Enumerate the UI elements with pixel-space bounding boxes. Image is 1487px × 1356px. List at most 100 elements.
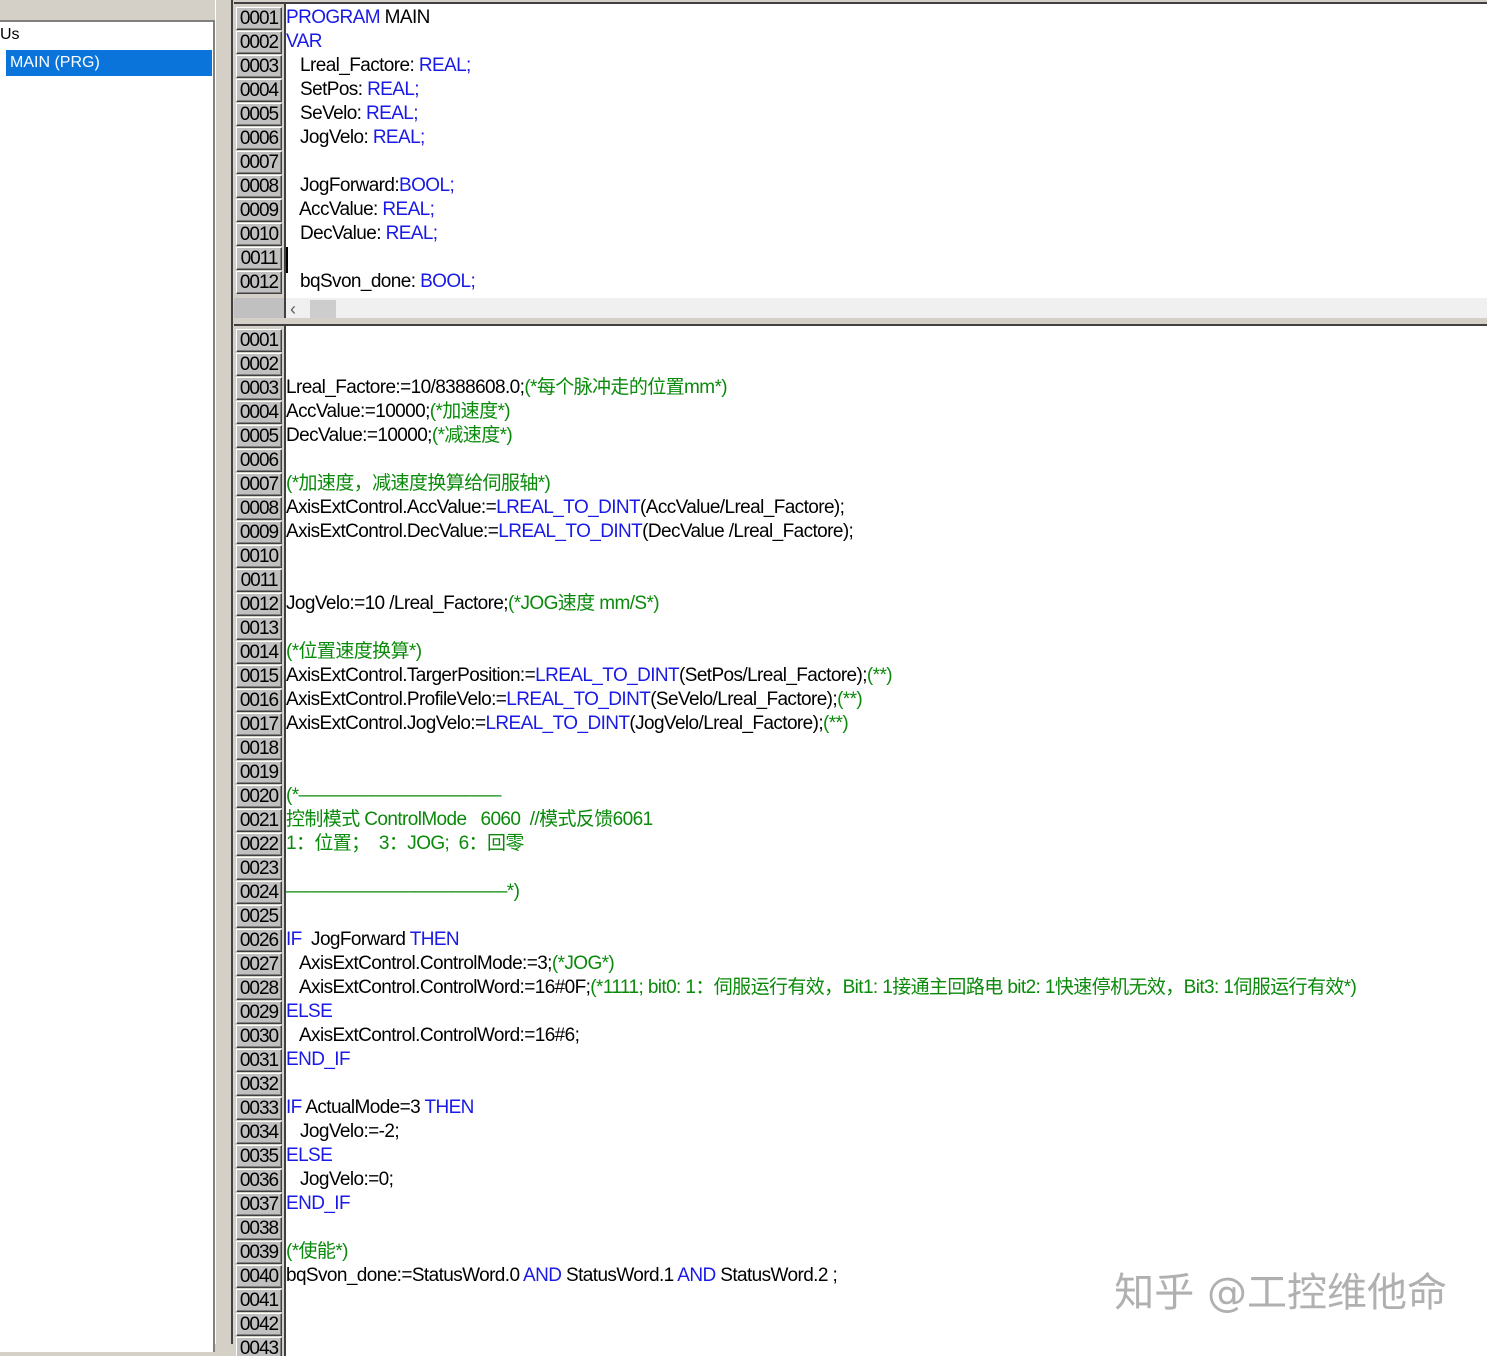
code-text: AxisExtControl.ControlWord:=16#6; (286, 1024, 580, 1048)
line-number: 0003 (236, 55, 282, 78)
line-number: 0001 (236, 7, 282, 30)
keyword-token: THEN (424, 1097, 474, 1118)
keyword-token: IF (286, 1097, 302, 1118)
keyword-token: ELSE (286, 1001, 333, 1022)
code-token: (DecValue /Lreal_Factore); (642, 521, 854, 542)
comment-token: (*减速度*) (431, 425, 513, 446)
line-number: 0023 (236, 857, 282, 880)
line-number: 0006 (236, 449, 282, 472)
line-number: 0004 (236, 401, 282, 424)
declaration-editor[interactable]: 0001 PROGRAM MAIN 0002 VAR 0003 Lreal_Factor… (234, 2, 1487, 322)
code-token: bqSvon_done:=StatusWord.0 (286, 1265, 524, 1286)
code-token: JogForward: (286, 175, 400, 196)
code-token: (JogVelo/Lreal_Factore); (629, 713, 824, 734)
code-text: (*使能*) (286, 1240, 348, 1264)
code-token: AccValue: (286, 199, 383, 220)
code-text: DecValue:=10000;(*减速度*) (286, 424, 513, 448)
code-text: 1：位置； 3：JOG; 6：回零 (286, 832, 524, 856)
keyword-token: PROGRAM (286, 7, 381, 28)
code-token: bqSvon_done: (286, 271, 421, 292)
text-caret (286, 247, 288, 273)
comment-token: 控制模式 ControlMode 6060 //模式反馈6061 (286, 809, 653, 830)
comment-token: (**) (837, 689, 863, 710)
line-number: 0022 (236, 833, 282, 856)
comment-token: (*加速度，减速度换算给伺服轴*) (286, 473, 551, 494)
comment-token: (*JOG速度 mm/S*) (508, 593, 660, 614)
pou-tree-panel: Us MAIN (PRG) (0, 20, 215, 1352)
line-number: 0025 (236, 905, 282, 928)
line-number: 0030 (236, 1025, 282, 1048)
comment-token: (**) (823, 713, 849, 734)
line-number: 0032 (236, 1073, 282, 1096)
code-text: AxisExtControl.ProfileVelo:=LREAL_TO_DIN… (286, 688, 863, 712)
line-number: 0042 (236, 1313, 282, 1336)
line-number: 0008 (236, 497, 282, 520)
code-text: DecValue: REAL; (286, 222, 438, 246)
code-token: AxisExtControl.ControlWord:=16#6; (286, 1025, 580, 1046)
pou-tree-header: Us (0, 26, 20, 43)
line-number: 0037 (236, 1193, 282, 1216)
line-number: 0009 (236, 199, 282, 222)
code-text: ————————————*) (286, 880, 520, 904)
code-token: AxisExtControl.TargerPosition:= (286, 665, 536, 686)
panel-splitter[interactable] (215, 0, 233, 1344)
code-text: SeVelo: REAL; (286, 102, 419, 126)
code-text: IF JogForward THEN (286, 928, 460, 952)
code-text: PROGRAM MAIN (286, 6, 430, 30)
code-text: Lreal_Factore:=10/8388608.0;(*每个脉冲走的位置mm… (286, 376, 728, 400)
line-number: 0005 (236, 103, 282, 126)
line-number: 0008 (236, 175, 282, 198)
code-token: AccValue:=10000; (286, 401, 430, 422)
code-body-editor[interactable]: 0001 0002 0003 Lreal_Factore:=10/8388608.0;… (234, 324, 1487, 1356)
code-token: (SetPos/Lreal_Factore); (679, 665, 868, 686)
keyword-token: BOOL; (420, 271, 476, 292)
code-text: ELSE (286, 1144, 333, 1168)
line-number: 0034 (236, 1121, 282, 1144)
keyword-token: AND (677, 1265, 716, 1286)
comment-token: (*使能*) (286, 1241, 348, 1262)
comment-token: (*1111; bit0: 1：伺服运行有效，Bit1: 1接通主回路电 bit… (590, 977, 1357, 998)
code-token: SetPos: (286, 79, 368, 100)
tree-item-main-prg[interactable]: MAIN (PRG) (6, 50, 212, 76)
keyword-token: REAL; (372, 127, 426, 148)
code-text: AxisExtControl.JogVelo:=LREAL_TO_DINT(Jo… (286, 712, 849, 736)
code-token: Lreal_Factore:=10/8388608.0; (286, 377, 525, 398)
code-token: JogVelo:=10 /Lreal_Factore; (286, 593, 509, 614)
line-number: 0007 (236, 151, 282, 174)
scrollbar-corner (234, 298, 284, 320)
comment-token: (*JOG*) (551, 953, 615, 974)
horizontal-scrollbar[interactable]: ‹ (286, 298, 1487, 320)
comment-token: (*加速度*) (429, 401, 511, 422)
comment-token: 1：位置； 3：JOG; 6：回零 (286, 833, 524, 854)
keyword-token: LREAL_TO_DINT (506, 689, 651, 710)
line-number: 0043 (236, 1337, 282, 1356)
keyword-token: REAL; (366, 103, 419, 124)
keyword-token: IF (286, 929, 302, 950)
keyword-token: LREAL_TO_DINT (498, 521, 643, 542)
code-text: AccValue:=10000;(*加速度*) (286, 400, 511, 424)
line-number: 0040 (236, 1265, 282, 1288)
line-number: 0036 (236, 1169, 282, 1192)
line-number: 0012 (236, 593, 282, 616)
code-token: JogForward (301, 929, 410, 950)
code-text: JogVelo: REAL; (286, 126, 425, 150)
code-text: bqSvon_done:=StatusWord.0 AND StatusWord… (286, 1264, 838, 1288)
keyword-token: LREAL_TO_DINT (535, 665, 680, 686)
line-number: 0024 (236, 881, 282, 904)
code-token: StatusWord.2 ; (715, 1265, 838, 1286)
line-number: 0015 (236, 665, 282, 688)
code-token: AxisExtControl.JogVelo:= (286, 713, 486, 734)
scroll-left-icon[interactable]: ‹ (290, 298, 296, 320)
line-number: 0018 (236, 737, 282, 760)
code-token: JogVelo:=0; (286, 1169, 394, 1190)
comment-token: (*每个脉冲走的位置mm*) (524, 377, 728, 398)
code-text: JogVelo:=10 /Lreal_Factore;(*JOG速度 mm/S*… (286, 592, 660, 616)
scrollbar-thumb[interactable] (310, 300, 336, 318)
code-text: AxisExtControl.DecValue:=LREAL_TO_DINT(D… (286, 520, 854, 544)
line-number: 0031 (236, 1049, 282, 1072)
line-number: 0001 (236, 329, 282, 352)
code-text: 控制模式 ControlMode 6060 //模式反馈6061 (286, 808, 653, 832)
keyword-token: AND (523, 1265, 562, 1286)
code-text: AxisExtControl.ControlMode:=3;(*JOG*) (286, 952, 615, 976)
line-number: 0029 (236, 1001, 282, 1024)
